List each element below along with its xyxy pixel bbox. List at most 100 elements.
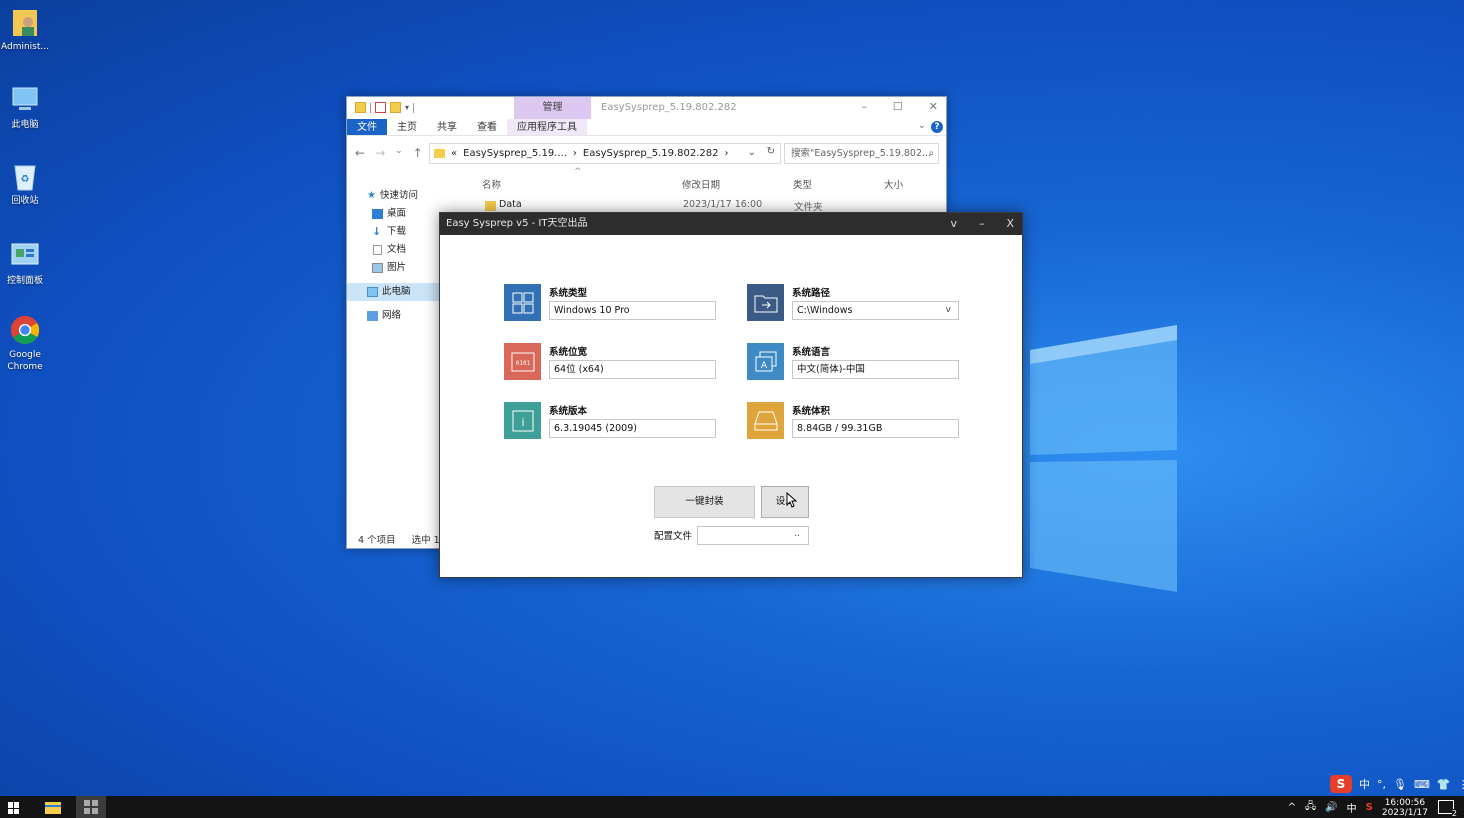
nav-item-quick-access[interactable]: ★ 快速访问 bbox=[347, 187, 440, 205]
browse-button[interactable]: .. bbox=[794, 529, 800, 539]
field-label: 系统版本 bbox=[549, 406, 588, 417]
network-icon bbox=[367, 311, 378, 321]
tab-file[interactable]: 文件 bbox=[347, 119, 387, 135]
address-row: ← → ⌄ ↑ « EasySysprep_5.19.... › EasySys… bbox=[347, 136, 946, 168]
chrome-icon bbox=[9, 314, 41, 346]
file-modified: 2023/1/17 16:00 bbox=[683, 199, 763, 210]
status-bar: 4 个项目 选中 1 bbox=[358, 532, 440, 546]
nav-item-desktop[interactable]: 桌面 bbox=[347, 205, 440, 223]
nav-label: 图片 bbox=[387, 262, 407, 273]
volume-icon[interactable]: 🔊 bbox=[1325, 802, 1337, 813]
breadcrumb-part-2[interactable]: EasySysprep_5.19.802.282 bbox=[583, 148, 719, 159]
chevron-down-icon: v bbox=[945, 305, 951, 315]
maximize-icon[interactable]: ☐ bbox=[893, 100, 903, 113]
settings-button[interactable]: 设... bbox=[761, 486, 809, 518]
close-icon[interactable]: ✕ bbox=[929, 100, 938, 113]
info-icon: i bbox=[504, 402, 541, 439]
explorer-window-title: EasySysprep_5.19.802.282 bbox=[601, 102, 737, 113]
tab-manage[interactable]: 管理 bbox=[514, 97, 591, 119]
search-icon[interactable]: ⌕ bbox=[929, 144, 934, 163]
customize-toolbar-icon[interactable]: ▾ bbox=[405, 103, 409, 112]
column-type[interactable]: 类型 bbox=[793, 177, 812, 191]
sogou-tray-icon[interactable]: S bbox=[1366, 802, 1373, 813]
computer-icon bbox=[9, 84, 41, 116]
nav-label: 网络 bbox=[382, 310, 402, 321]
desktop-icon-administrator[interactable]: Administ... bbox=[0, 6, 50, 53]
folder-icon[interactable] bbox=[355, 102, 366, 113]
chevron-down-icon[interactable]: ⌄ bbox=[748, 147, 756, 158]
forward-icon[interactable]: → bbox=[375, 146, 385, 160]
nav-item-downloads[interactable]: ↓ 下载 bbox=[347, 223, 440, 241]
file-type: 文件夹 bbox=[794, 202, 823, 213]
network-icon[interactable]: 🖧 bbox=[1305, 799, 1316, 816]
nav-label: 快速访问 bbox=[380, 190, 419, 201]
ime-indicator[interactable]: 中 bbox=[1347, 800, 1357, 815]
back-icon[interactable]: ← bbox=[355, 146, 365, 160]
explorer-window-controls: – ☐ ✕ bbox=[861, 100, 938, 113]
up-icon[interactable]: ↑ bbox=[413, 146, 423, 160]
microphone-icon[interactable]: 🎙 bbox=[1393, 778, 1407, 791]
column-headers: ^ 名称 修改日期 类型 大小 bbox=[482, 167, 942, 193]
tab-view[interactable]: 查看 bbox=[467, 119, 507, 135]
keyboard-icon[interactable]: ⌨ bbox=[1414, 778, 1430, 791]
start-windows-icon[interactable] bbox=[8, 802, 20, 814]
nav-item-documents[interactable]: 文档 bbox=[347, 241, 440, 259]
skin-icon[interactable]: 👕 bbox=[1437, 778, 1451, 791]
desktop-icon-recycle-bin[interactable]: ♻ 回收站 bbox=[0, 160, 50, 207]
file-name: Data bbox=[499, 199, 522, 210]
punctuation-icon[interactable]: °, bbox=[1377, 778, 1386, 791]
folder-icon bbox=[485, 201, 496, 211]
minimize-icon[interactable]: – bbox=[861, 100, 867, 113]
ime-mode-indicator[interactable]: 中 bbox=[1359, 776, 1370, 792]
properties-icon[interactable] bbox=[375, 102, 386, 113]
os-type-field[interactable]: Windows 10 Pro bbox=[549, 301, 716, 320]
refresh-icon[interactable]: ↻ bbox=[767, 146, 775, 157]
column-modified[interactable]: 修改日期 bbox=[682, 177, 720, 191]
expand-ribbon-icon[interactable]: ⌄ bbox=[918, 120, 926, 131]
clock-date: 2023/1/17 bbox=[1381, 808, 1428, 818]
toolbox-icon[interactable]: ⋮ bbox=[1458, 778, 1464, 791]
nav-item-pictures[interactable]: 图片 bbox=[347, 259, 440, 277]
minimize-icon[interactable]: – bbox=[979, 213, 985, 235]
one-click-seal-button[interactable]: 一键封装 bbox=[654, 486, 755, 518]
tab-share[interactable]: 共享 bbox=[427, 119, 467, 135]
search-input[interactable]: 搜索"EasySysprep_5.19.802... ⌕ bbox=[784, 143, 939, 164]
tab-app-tools[interactable]: 应用程序工具 bbox=[507, 119, 587, 135]
column-name[interactable]: 名称 bbox=[482, 177, 501, 191]
config-file-input[interactable]: .. bbox=[697, 526, 809, 545]
os-lang-field[interactable]: 中文(简体)-中国 bbox=[792, 360, 959, 379]
breadcrumb-part-1[interactable]: EasySysprep_5.19.... bbox=[463, 148, 567, 159]
taskbar-file-explorer[interactable] bbox=[38, 796, 68, 818]
taskbar-clock[interactable]: 16:00:56 2023/1/17 bbox=[1382, 798, 1428, 818]
nav-item-network[interactable]: 网络 bbox=[347, 307, 440, 325]
os-bits-field[interactable]: 64位 (x64) bbox=[549, 360, 716, 379]
menu-chevron-icon[interactable]: v bbox=[950, 213, 957, 235]
desktop-icon-control-panel[interactable]: 控制面板 bbox=[0, 240, 50, 287]
close-icon[interactable]: X bbox=[1006, 213, 1014, 235]
nav-item-this-pc[interactable]: 此电脑 bbox=[347, 283, 440, 301]
sysprep-window-title: Easy Sysprep v5 - IT天空出品 bbox=[446, 218, 588, 229]
recent-dropdown-icon[interactable]: ⌄ bbox=[395, 146, 403, 160]
user-folder-icon bbox=[9, 6, 41, 38]
desktop-icon-label: Google Chrome bbox=[7, 350, 43, 372]
help-icon[interactable]: ? bbox=[931, 121, 943, 133]
tab-home[interactable]: 主页 bbox=[387, 119, 427, 135]
new-folder-icon[interactable] bbox=[390, 102, 401, 113]
address-bar[interactable]: « EasySysprep_5.19.... › EasySysprep_5.1… bbox=[429, 143, 781, 164]
desktop-icon-this-pc[interactable]: 此电脑 bbox=[0, 84, 50, 131]
field-os-bits: 0101 系统位宽 64位 (x64) bbox=[504, 343, 724, 383]
ime-toolbar: S 中 °, 🎙 ⌨ 👕 ⋮ bbox=[1330, 774, 1464, 794]
os-path-select[interactable]: C:\Windows v bbox=[792, 301, 959, 320]
field-label: 系统语言 bbox=[792, 347, 831, 358]
search-placeholder: 搜索"EasySysprep_5.19.802... bbox=[791, 148, 932, 159]
field-value: 中文(简体)-中国 bbox=[797, 364, 865, 375]
breadcrumb-separator-icon: › bbox=[724, 148, 729, 159]
desktop-icon-google-chrome[interactable]: Google Chrome bbox=[0, 314, 50, 373]
action-center-icon[interactable]: 2 bbox=[1438, 800, 1457, 818]
taskbar-easy-sysprep[interactable] bbox=[76, 796, 106, 818]
os-version-field[interactable]: 6.3.19045 (2009) bbox=[549, 419, 716, 438]
show-hidden-icons-chevron-icon[interactable]: ^ bbox=[1288, 802, 1296, 813]
column-size[interactable]: 大小 bbox=[884, 177, 903, 191]
os-size-field[interactable]: 8.84GB / 99.31GB bbox=[792, 419, 959, 438]
sogou-logo-icon[interactable]: S bbox=[1330, 775, 1352, 793]
